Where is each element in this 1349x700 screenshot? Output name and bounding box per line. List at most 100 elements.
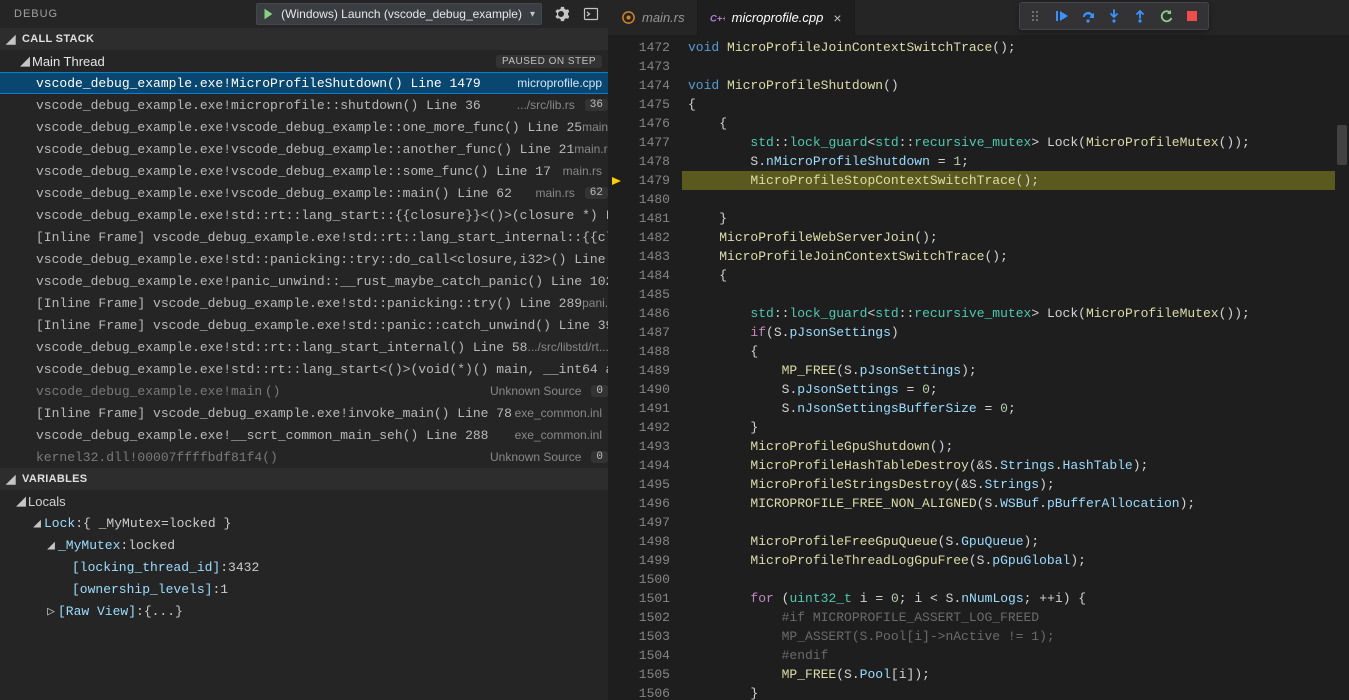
code-line[interactable] xyxy=(682,513,1335,532)
chevron-down-icon: ◢ xyxy=(4,472,18,486)
code-line[interactable]: MicroProfileWebServerJoin(); xyxy=(682,228,1335,247)
code-line[interactable]: } xyxy=(682,684,1335,700)
code-line[interactable]: S.pJsonSettings = 0; xyxy=(682,380,1335,399)
code-line[interactable]: S.nMicroProfileShutdown = 1; xyxy=(682,152,1335,171)
drag-grip-icon[interactable] xyxy=(1024,4,1048,28)
code-line[interactable] xyxy=(682,190,1335,209)
code-line[interactable]: S.nJsonSettingsBufferSize = 0; xyxy=(682,399,1335,418)
stack-frame-source: main... xyxy=(582,120,608,134)
code-line[interactable]: for (uint32_t i = 0; i < S.nNumLogs; ++i… xyxy=(682,589,1335,608)
close-icon[interactable]: × xyxy=(833,10,841,26)
stack-frame[interactable]: vscode_debug_example.exe!vscode_debug_ex… xyxy=(0,138,608,160)
editor-tab-bar: main.rs C++ microprofile.cpp × xyxy=(608,0,1349,35)
code-editor[interactable]: 1472147314741475147614771478147914801481… xyxy=(608,35,1349,700)
stack-frame-source: pani... xyxy=(582,296,608,310)
thread-row[interactable]: ◢ Main Thread PAUSED ON STEP xyxy=(0,50,608,72)
code-line[interactable]: { xyxy=(682,114,1335,133)
code-line[interactable]: void MicroProfileJoinContextSwitchTrace(… xyxy=(682,38,1335,57)
code-line[interactable] xyxy=(682,285,1335,304)
code-line[interactable]: MicroProfileGpuShutdown(); xyxy=(682,437,1335,456)
code-line[interactable]: MP_FREE(S.Pool[i]); xyxy=(682,665,1335,684)
code-line[interactable]: { xyxy=(682,95,1335,114)
variable-row[interactable]: ◢ _MyMutex: locked xyxy=(0,534,608,556)
variable-row[interactable]: ▷ [Raw View]: {...} xyxy=(0,600,608,622)
execution-pointer-icon xyxy=(610,171,624,190)
debug-title: DEBUG xyxy=(14,8,58,20)
callstack-section-header[interactable]: ◢ CALL STACK xyxy=(0,28,608,50)
rust-file-icon xyxy=(620,10,636,26)
stack-frame-source: Unknown Source xyxy=(490,450,587,464)
stack-frame[interactable]: vscode_debug_example.exe!panic_unwind::_… xyxy=(0,270,608,292)
code-line[interactable]: MicroProfileStopContextSwitchTrace(); xyxy=(682,171,1335,190)
svg-text:C++: C++ xyxy=(710,13,725,23)
stack-frame-line-badge: 62 xyxy=(585,187,608,199)
code-line[interactable]: void MicroProfileShutdown() xyxy=(682,76,1335,95)
vertical-scrollbar[interactable] xyxy=(1335,35,1349,700)
variables-section-header[interactable]: ◢ VARIABLES xyxy=(0,468,608,490)
launch-config-name: (Windows) Launch (vscode_debug_example) xyxy=(281,7,522,21)
stack-frame[interactable]: [Inline Frame] vscode_debug_example.exe!… xyxy=(0,292,608,314)
stack-frame[interactable]: [Inline Frame] vscode_debug_example.exe!… xyxy=(0,402,608,424)
code-line[interactable]: std::lock_guard<std::recursive_mutex> Lo… xyxy=(682,133,1335,152)
chevron-down-icon: ▾ xyxy=(530,9,535,20)
stack-frame[interactable]: vscode_debug_example.exe!std::rt::lang_s… xyxy=(0,204,608,226)
code-line[interactable]: if(S.pJsonSettings) xyxy=(682,323,1335,342)
thread-status-badge: PAUSED ON STEP xyxy=(496,55,602,68)
stack-frame[interactable]: vscode_debug_example.exe!std::rt::lang_s… xyxy=(0,336,608,358)
start-debug-icon[interactable] xyxy=(261,7,275,21)
restart-button[interactable] xyxy=(1154,4,1178,28)
code-line[interactable]: } xyxy=(682,418,1335,437)
stack-frame[interactable]: vscode_debug_example.exe!std::panicking:… xyxy=(0,248,608,270)
stack-frame-source: .../src/libstd/rt... xyxy=(527,340,608,354)
tab-microprofile-cpp[interactable]: C++ microprofile.cpp × xyxy=(698,0,855,35)
stack-frame[interactable]: vscode_debug_example.exe!MicroProfileShu… xyxy=(0,72,608,94)
tab-main-rs[interactable]: main.rs xyxy=(608,0,698,35)
code-line[interactable]: MP_FREE(S.pJsonSettings); xyxy=(682,361,1335,380)
debug-console-icon[interactable] xyxy=(580,3,602,25)
code-line[interactable]: MicroProfileFreeGpuQueue(S.GpuQueue); xyxy=(682,532,1335,551)
code-line[interactable]: #if MICROPROFILE_ASSERT_LOG_FREED xyxy=(682,608,1335,627)
step-out-button[interactable] xyxy=(1128,4,1152,28)
code-line[interactable]: std::lock_guard<std::recursive_mutex> Lo… xyxy=(682,304,1335,323)
step-into-button[interactable] xyxy=(1102,4,1126,28)
stack-frame[interactable]: vscode_debug_example.exe!std::rt::lang_s… xyxy=(0,358,608,380)
continue-button[interactable] xyxy=(1050,4,1074,28)
code-line[interactable]: { xyxy=(682,266,1335,285)
stack-frame[interactable]: vscode_debug_example.exe!vscode_debug_ex… xyxy=(0,116,608,138)
code-line[interactable]: { xyxy=(682,342,1335,361)
code-line[interactable]: MicroProfileThreadLogGpuFree(S.pGpuGloba… xyxy=(682,551,1335,570)
stack-frame[interactable]: kernel32.dll!00007ffffbdf81f4()Unknown S… xyxy=(0,446,608,468)
stack-frame[interactable]: vscode_debug_example.exe!__scrt_common_m… xyxy=(0,424,608,446)
chevron-down-icon: ◢ xyxy=(4,32,18,46)
code-line[interactable] xyxy=(682,57,1335,76)
stack-frame[interactable]: [Inline Frame] vscode_debug_example.exe!… xyxy=(0,314,608,336)
variable-row[interactable]: [locking_thread_id]: 3432 xyxy=(0,556,608,578)
stack-frame[interactable]: vscode_debug_example.exe!vscode_debug_ex… xyxy=(0,160,608,182)
variables-scope-locals[interactable]: ◢ Locals xyxy=(0,490,608,512)
stack-frame[interactable]: vscode_debug_example.exe!main ()Unknown … xyxy=(0,380,608,402)
code-area[interactable]: void MicroProfileJoinContextSwitchTrace(… xyxy=(682,35,1335,700)
code-line[interactable]: MICROPROFILE_FREE_NON_ALIGNED(S.WSBuf.pB… xyxy=(682,494,1335,513)
variable-row[interactable]: ◢ Lock: { _MyMutex=locked } xyxy=(0,512,608,534)
stop-button[interactable] xyxy=(1180,4,1204,28)
stack-frame[interactable]: vscode_debug_example.exe!microprofile::s… xyxy=(0,94,608,116)
stack-frame-source: microprofile.cpp xyxy=(517,76,608,90)
code-line[interactable]: } xyxy=(682,209,1335,228)
gear-icon[interactable] xyxy=(550,3,572,25)
code-line[interactable]: MicroProfileHashTableDestroy(&S.Strings.… xyxy=(682,456,1335,475)
callstack-title: CALL STACK xyxy=(22,33,94,45)
code-line[interactable]: MicroProfileJoinContextSwitchTrace(); xyxy=(682,247,1335,266)
variable-row[interactable]: [ownership_levels]: 1 xyxy=(0,578,608,600)
stack-frame[interactable]: vscode_debug_example.exe!vscode_debug_ex… xyxy=(0,182,608,204)
step-over-button[interactable] xyxy=(1076,4,1100,28)
code-line[interactable]: MP_ASSERT(S.Pool[i]->nActive != 1); xyxy=(682,627,1335,646)
code-line[interactable] xyxy=(682,570,1335,589)
chevron-down-icon: ◢ xyxy=(14,493,28,509)
stack-frame-line-badge: 0 xyxy=(591,385,608,397)
code-line[interactable]: MicroProfileStringsDestroy(&S.Strings); xyxy=(682,475,1335,494)
launch-config-selector[interactable]: (Windows) Launch (vscode_debug_example) … xyxy=(256,3,542,25)
stack-frame[interactable]: [Inline Frame] vscode_debug_example.exe!… xyxy=(0,226,608,248)
code-line[interactable]: #endif xyxy=(682,646,1335,665)
stack-frame-source: main.rs xyxy=(563,164,608,178)
cpp-file-icon: C++ xyxy=(710,10,726,26)
